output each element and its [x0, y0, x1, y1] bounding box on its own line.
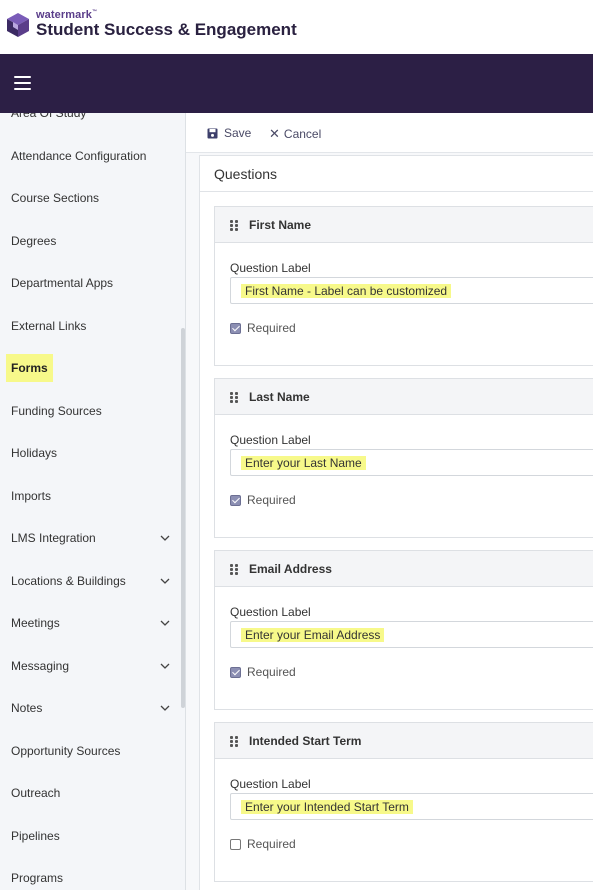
question-label-caption: Question Label — [230, 605, 311, 619]
drag-handle-icon[interactable] — [230, 220, 238, 231]
required-checkbox[interactable] — [230, 494, 241, 506]
questions-heading: Questions — [214, 166, 278, 182]
required-checkbox[interactable] — [230, 838, 241, 850]
cancel-label: Cancel — [283, 127, 322, 141]
watermark-logo-icon — [7, 13, 29, 37]
required-checkbox[interactable] — [230, 322, 241, 334]
cancel-button[interactable]: ✕ Cancel — [269, 126, 321, 142]
question-card: First Name Question Label First Name - Lab… — [214, 206, 593, 366]
questions-divider — [199, 191, 593, 192]
floppy-disk-icon — [207, 128, 218, 138]
sidebar-item-course-sections[interactable]: Course Sections — [11, 191, 99, 205]
question-card-header: Intended Start Term — [215, 723, 593, 759]
question-label-input[interactable]: First Name - Label can be customized — [230, 277, 593, 304]
save-label: Save — [224, 126, 252, 140]
question-card-header: Email Address — [215, 551, 593, 587]
required-toggle[interactable]: Required — [230, 493, 296, 507]
sidebar-item-messaging[interactable]: Messaging — [11, 659, 69, 673]
app-title: Student Success & Engagement — [36, 20, 297, 39]
chevron-down-icon[interactable] — [160, 576, 170, 586]
hamburger-menu-icon[interactable] — [14, 76, 31, 90]
drag-handle-icon[interactable] — [230, 392, 238, 403]
question-label-input[interactable]: Enter your Intended Start Term — [230, 793, 593, 820]
sidebar-item-holidays[interactable]: Holidays — [11, 446, 57, 460]
question-label-value: Enter your Last Name — [241, 456, 366, 470]
chevron-down-icon[interactable] — [160, 533, 170, 543]
question-label-caption: Question Label — [230, 261, 311, 275]
sidebar-item-attendance-configuration[interactable]: Attendance Configuration — [11, 149, 146, 163]
sidebar-item-area-of-study[interactable]: Area Of Study — [11, 113, 86, 120]
required-label: Required — [247, 665, 296, 679]
sidebar-item-pipelines[interactable]: Pipelines — [11, 829, 60, 843]
question-label-input[interactable]: Enter your Email Address — [230, 621, 593, 648]
top-nav-bar — [0, 54, 593, 113]
drag-handle-icon[interactable] — [230, 736, 238, 747]
question-card-header: First Name — [215, 207, 593, 243]
required-checkbox[interactable] — [230, 666, 241, 678]
sidebar: Area Of Study Attendance Configuration Cou… — [0, 113, 186, 890]
sidebar-item-outreach[interactable]: Outreach — [11, 786, 60, 800]
required-label: Required — [247, 493, 296, 507]
chevron-down-icon[interactable] — [160, 618, 170, 628]
sidebar-item-forms[interactable]: Forms — [6, 354, 53, 382]
chevron-down-icon[interactable] — [160, 661, 170, 671]
question-title: Email Address — [249, 562, 332, 576]
question-title: Last Name — [249, 390, 310, 404]
question-label-caption: Question Label — [230, 777, 311, 791]
question-card: Intended Start Term Question Label Enter y… — [214, 722, 593, 882]
sidebar-item-departmental-apps[interactable]: Departmental Apps — [11, 276, 113, 290]
save-button[interactable]: Save — [207, 126, 251, 140]
drag-handle-icon[interactable] — [230, 564, 238, 575]
question-card-header: Last Name — [215, 379, 593, 415]
sidebar-item-opportunity-sources[interactable]: Opportunity Sources — [11, 744, 120, 758]
question-label-input[interactable]: Enter your Last Name — [230, 449, 593, 476]
chevron-down-icon[interactable] — [160, 703, 170, 713]
question-title: First Name — [249, 218, 312, 232]
sidebar-item-programs[interactable]: Programs — [11, 871, 63, 885]
question-title: Intended Start Term — [249, 734, 362, 748]
sidebar-item-imports[interactable]: Imports — [11, 489, 51, 503]
sidebar-item-meetings[interactable]: Meetings — [11, 616, 60, 630]
required-toggle[interactable]: Required — [230, 665, 296, 679]
sidebar-item-locations-buildings[interactable]: Locations & Buildings — [11, 574, 126, 588]
question-card: Email Address Question Label Enter your Em… — [214, 550, 593, 710]
required-toggle[interactable]: Required — [230, 321, 296, 335]
required-label: Required — [247, 837, 296, 851]
question-label-value: Enter your Email Address — [241, 628, 385, 642]
question-label-value: Enter your Intended Start Term — [241, 800, 413, 814]
sidebar-item-notes[interactable]: Notes — [11, 701, 42, 715]
sidebar-item-degrees[interactable]: Degrees — [11, 234, 56, 248]
question-label-caption: Question Label — [230, 433, 311, 447]
sidebar-item-external-links[interactable]: External Links — [11, 319, 86, 333]
close-icon: ✕ — [269, 126, 280, 141]
question-card: Last Name Question Label Enter your Last N… — [214, 378, 593, 538]
question-label-value: First Name - Label can be customized — [241, 284, 452, 298]
required-label: Required — [247, 321, 296, 335]
brand-bar: watermark™ Student Success & Engagement — [0, 0, 593, 54]
sidebar-item-lms-integration[interactable]: LMS Integration — [11, 531, 96, 545]
required-toggle[interactable]: Required — [230, 837, 296, 851]
sidebar-item-funding-sources[interactable]: Funding Sources — [11, 404, 102, 418]
